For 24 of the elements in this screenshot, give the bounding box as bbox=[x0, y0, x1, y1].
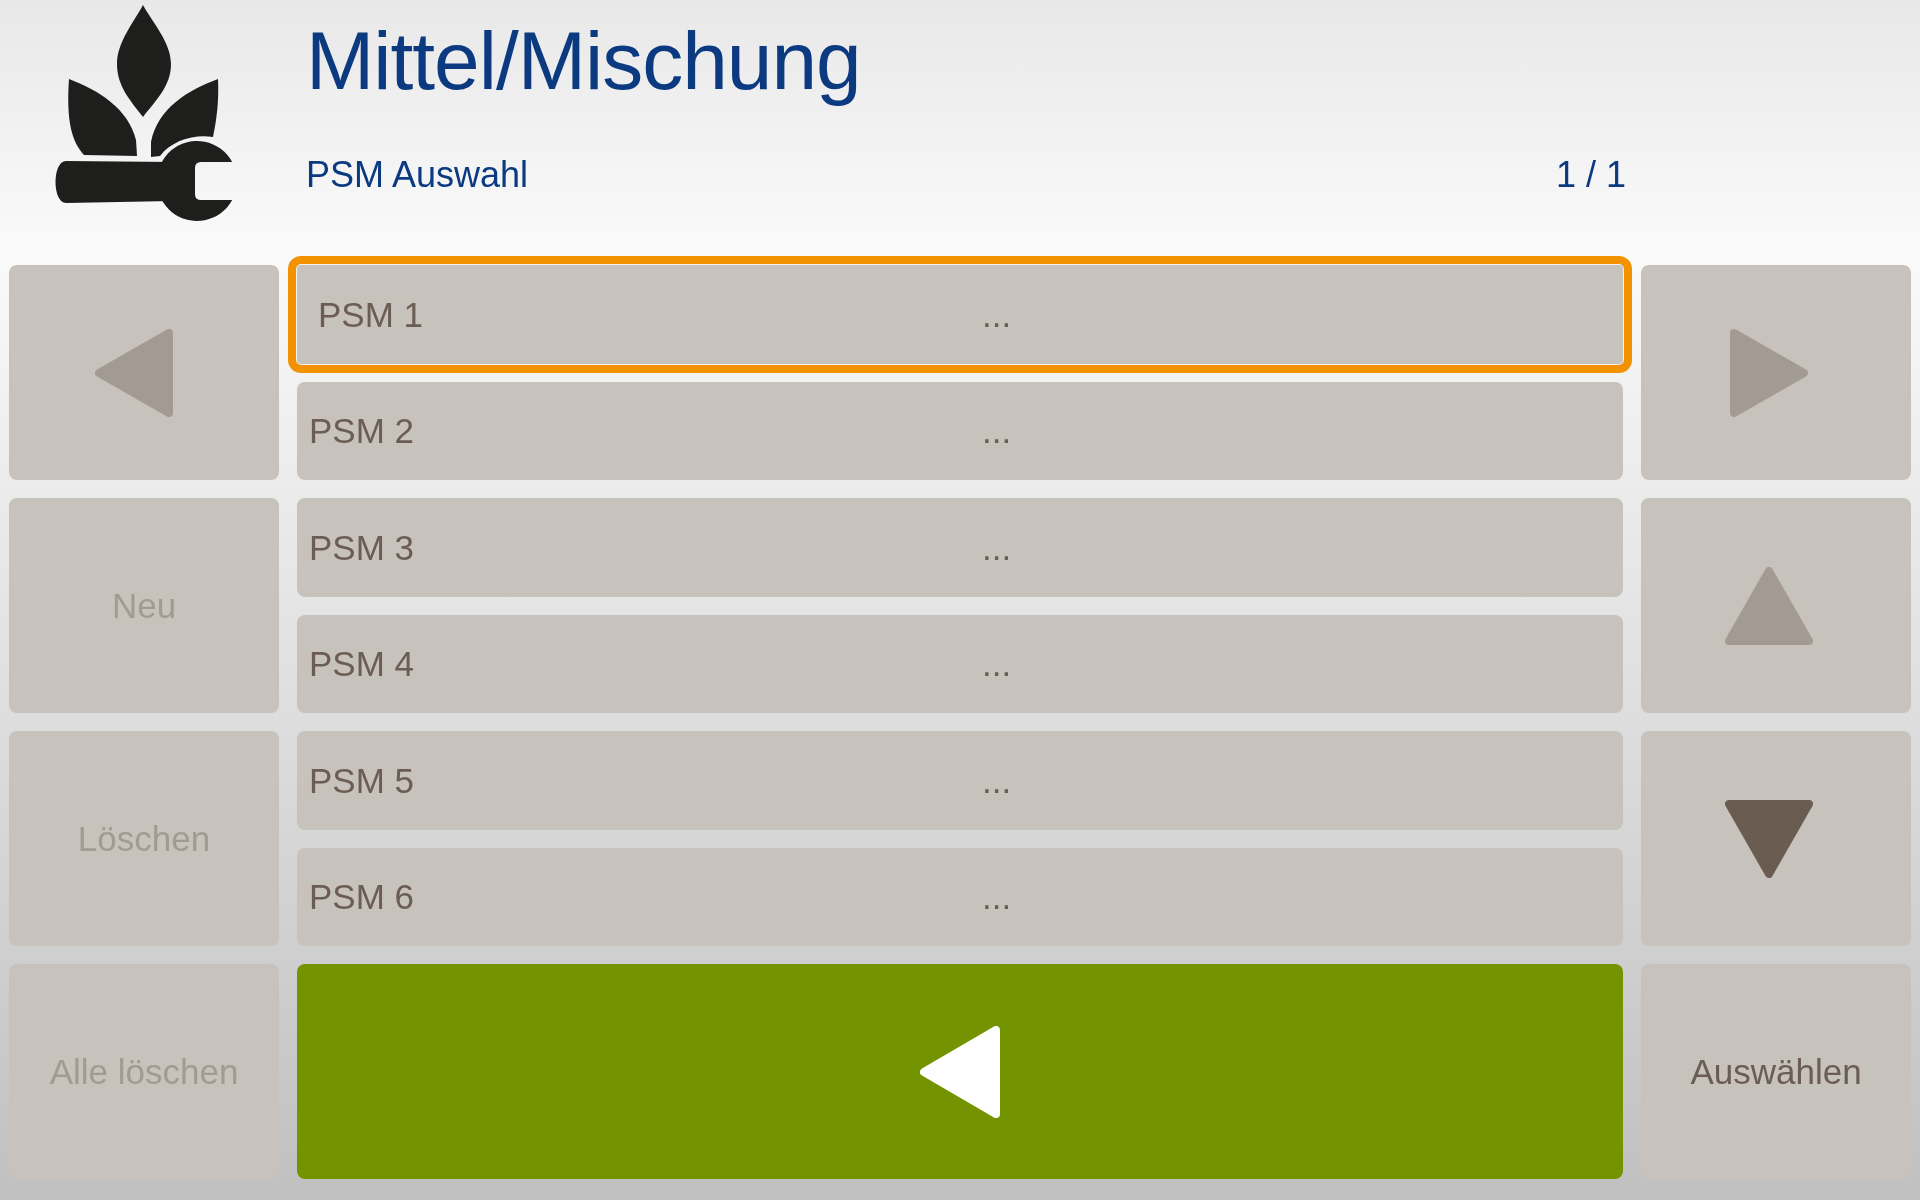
item-name: PSM 6 bbox=[309, 879, 415, 915]
section-subtitle: PSM Auswahl bbox=[306, 157, 529, 193]
list-item[interactable]: PSM 6 ... bbox=[297, 847, 1623, 946]
item-name: PSM 4 bbox=[309, 646, 415, 682]
page-counter: 1 / 1 bbox=[1555, 157, 1626, 193]
item-name: PSM 5 bbox=[309, 762, 415, 798]
list-item[interactable]: PSM 5 ... bbox=[297, 731, 1623, 830]
list-item[interactable]: PSM 1 ... bbox=[288, 256, 1632, 373]
action-button[interactable]: Auswählen bbox=[1641, 964, 1911, 1179]
down-arrow-button[interactable] bbox=[1641, 731, 1911, 946]
item-value: ... bbox=[982, 879, 1012, 915]
item-name: PSM 2 bbox=[309, 413, 415, 449]
item-name: PSM 1 bbox=[318, 296, 424, 332]
list-item[interactable]: PSM 2 ... bbox=[297, 381, 1623, 480]
item-value: ... bbox=[982, 529, 1012, 565]
item-value: ... bbox=[982, 296, 1012, 332]
item-value: ... bbox=[982, 762, 1012, 798]
list-item[interactable]: PSM 4 ... bbox=[297, 614, 1623, 713]
left-arrow-icon bbox=[920, 1025, 1000, 1118]
item-name: PSM 3 bbox=[309, 529, 415, 565]
item-value: ... bbox=[982, 646, 1012, 682]
back-button[interactable] bbox=[297, 964, 1623, 1179]
list-item[interactable]: PSM 3 ... bbox=[297, 498, 1623, 597]
item-value: ... bbox=[982, 413, 1012, 449]
